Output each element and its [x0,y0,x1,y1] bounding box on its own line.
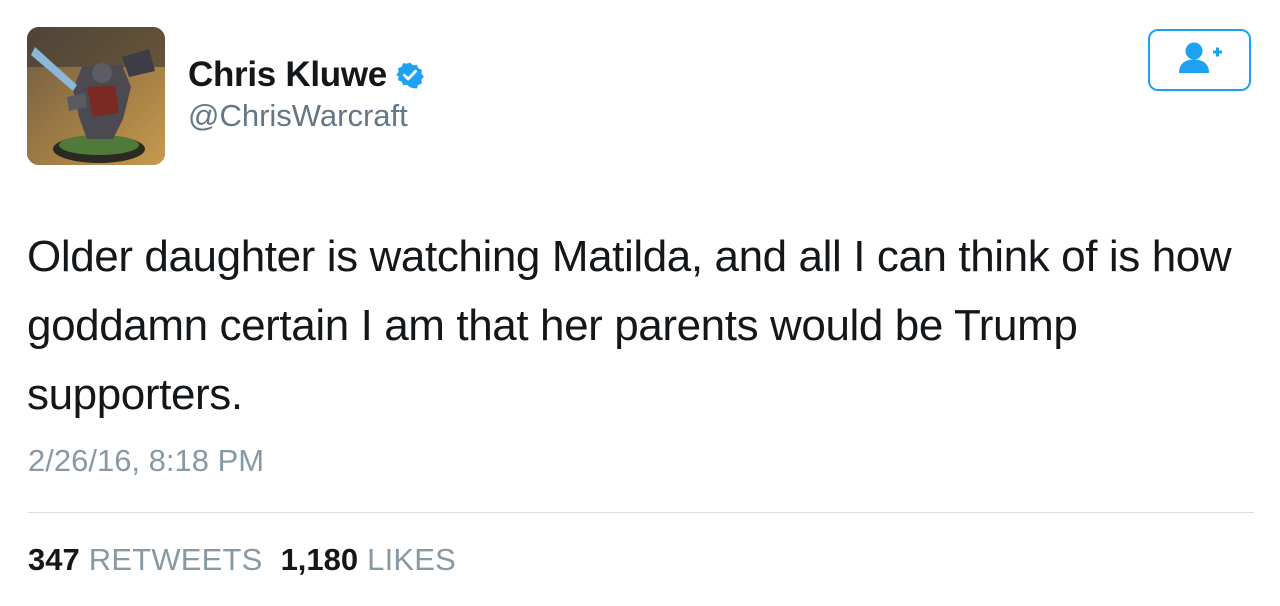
retweets-count[interactable]: 347 [28,542,80,578]
tweet-text: Older daughter is watching Matilda, and … [27,232,1232,419]
name-row: Chris Kluwe [188,50,424,100]
avatar[interactable] [27,27,165,165]
follow-user-plus-icon [1176,40,1224,81]
divider [28,512,1254,513]
user-handle[interactable]: @ChrisWarcraft [188,98,408,134]
display-name[interactable]: Chris Kluwe [188,55,387,95]
avatar-image [27,27,165,165]
retweets-label[interactable]: RETWEETS [89,542,263,578]
likes-count[interactable]: 1,180 [281,542,359,578]
likes-label[interactable]: LIKES [367,542,456,578]
verified-badge-icon [396,61,424,89]
tweet-stats: 347 RETWEETS 1,180 LIKES [28,542,474,578]
tweet-timestamp[interactable]: 2/26/16, 8:18 PM [28,443,264,479]
follow-button[interactable] [1148,29,1251,91]
